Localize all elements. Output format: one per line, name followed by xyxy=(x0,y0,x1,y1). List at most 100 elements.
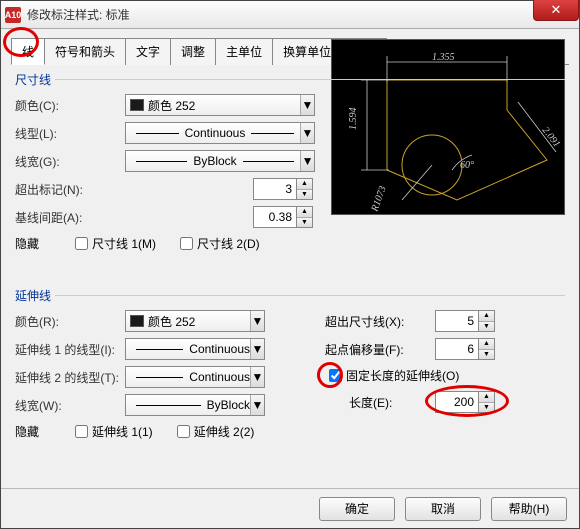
check-dimline-hide2-text: 尺寸线 2(D) xyxy=(197,235,260,252)
label-extline-lt1: 延伸线 1 的线型(I): xyxy=(15,341,125,358)
label-extline-lw: 线宽(W): xyxy=(15,397,125,414)
preview-dim-h: 1.355 xyxy=(432,52,455,63)
spin-up-icon[interactable]: ▲ xyxy=(297,179,312,190)
spin-baseline-spacing[interactable]: ▲▼ xyxy=(253,206,313,228)
label-dimline-linetype: 线型(L): xyxy=(15,125,125,142)
spin-beyond-dimline[interactable]: ▲▼ xyxy=(435,310,495,332)
checkbox-dimline-hide1[interactable] xyxy=(75,237,88,250)
tab-symbols[interactable]: 符号和箭头 xyxy=(44,38,126,65)
combo-dimline-linetype-text: Continuous xyxy=(185,126,246,140)
ok-button[interactable]: 确定 xyxy=(319,497,395,521)
input-beyond-dimline[interactable] xyxy=(435,310,479,332)
line-sample-icon xyxy=(243,161,294,162)
dialog-window: A10 修改标注样式: 标准 ✕ 线 符号和箭头 文字 调整 主单位 换算单位 … xyxy=(0,0,580,529)
color-swatch-icon xyxy=(130,315,144,327)
spin-up-icon[interactable]: ▲ xyxy=(479,311,494,322)
chevron-down-icon: ▼ xyxy=(300,123,314,143)
combo-dimline-lineweight[interactable]: ByBlock ▼ xyxy=(125,150,315,172)
check-dimline-hide1-text: 尺寸线 1(M) xyxy=(92,235,156,252)
line-sample-icon xyxy=(251,133,294,134)
spin-down-icon[interactable]: ▼ xyxy=(479,403,494,413)
combo-extline-lw-text: ByBlock xyxy=(207,398,250,412)
chevron-down-icon: ▼ xyxy=(250,339,264,359)
label-beyond-dimline: 超出尺寸线(X): xyxy=(325,313,435,330)
content-area: 尺寸线 颜色(C): 颜色 252 ▼ 线型(L): Continuous ▼ xyxy=(1,65,579,497)
legend-dimline: 尺寸线 xyxy=(15,71,55,88)
checkbox-extline-hide2[interactable] xyxy=(177,425,190,438)
checkbox-fixed-length[interactable] xyxy=(329,369,342,382)
check-extline-hide2[interactable]: 延伸线 2(2) xyxy=(173,422,255,441)
spin-up-icon[interactable]: ▲ xyxy=(479,392,494,403)
chevron-down-icon: ▼ xyxy=(300,95,314,115)
cancel-button[interactable]: 取消 xyxy=(405,497,481,521)
chevron-down-icon: ▼ xyxy=(250,395,264,415)
combo-extline-color-text: 颜色 252 xyxy=(148,313,250,330)
combo-extline-lw[interactable]: ByBlock ▼ xyxy=(125,394,265,416)
footer: 确定 取消 帮助(H) xyxy=(1,488,579,528)
label-extend-tick: 超出标记(N): xyxy=(15,181,125,198)
app-icon: A10 xyxy=(5,7,21,23)
label-dimline-lineweight: 线宽(G): xyxy=(15,153,125,170)
combo-dimline-color-text: 颜色 252 xyxy=(148,97,300,114)
input-offset-origin[interactable] xyxy=(435,338,479,360)
spin-extend-tick[interactable]: ▲▼ xyxy=(253,178,313,200)
label-extline-lt2: 延伸线 2 的线型(T): xyxy=(15,369,125,386)
input-baseline-spacing[interactable] xyxy=(253,206,297,228)
label-dimline-color: 颜色(C): xyxy=(15,97,125,114)
chevron-down-icon: ▼ xyxy=(250,367,264,387)
tab-fit[interactable]: 调整 xyxy=(170,38,216,65)
spin-fixed-length[interactable]: ▲▼ xyxy=(435,391,495,413)
line-sample-icon xyxy=(136,349,183,350)
spin-down-icon[interactable]: ▼ xyxy=(297,218,312,228)
label-extline-color: 颜色(R): xyxy=(15,313,125,330)
line-sample-icon xyxy=(136,405,201,406)
checkbox-dimline-hide2[interactable] xyxy=(180,237,193,250)
group-dimension-line: 尺寸线 颜色(C): 颜色 252 ▼ 线型(L): Continuous ▼ xyxy=(15,79,565,253)
check-fixed-length[interactable]: 固定长度的延伸线(O) xyxy=(325,366,459,385)
tab-line[interactable]: 线 xyxy=(11,38,45,65)
spin-down-icon[interactable]: ▼ xyxy=(479,350,494,360)
chevron-down-icon: ▼ xyxy=(300,151,314,171)
check-extline-hide2-text: 延伸线 2(2) xyxy=(194,423,255,440)
spin-down-icon[interactable]: ▼ xyxy=(479,322,494,332)
color-swatch-icon xyxy=(130,99,144,111)
line-sample-icon xyxy=(136,161,187,162)
chevron-down-icon: ▼ xyxy=(250,311,264,331)
tab-primary-units[interactable]: 主单位 xyxy=(215,38,273,65)
combo-extline-lt1[interactable]: Continuous ▼ xyxy=(125,338,265,360)
spin-up-icon[interactable]: ▲ xyxy=(479,339,494,350)
combo-extline-lt1-text: Continuous xyxy=(189,342,250,356)
line-sample-icon xyxy=(136,133,179,134)
combo-dimline-linetype[interactable]: Continuous ▼ xyxy=(125,122,315,144)
close-icon: ✕ xyxy=(551,2,562,18)
combo-extline-lt2-text: Continuous xyxy=(189,370,250,384)
input-extend-tick[interactable] xyxy=(253,178,297,200)
help-button[interactable]: 帮助(H) xyxy=(491,497,567,521)
line-sample-icon xyxy=(136,377,183,378)
group-extension-line: 延伸线 颜色(R): 颜色 252 ▼ 延伸线 1 的线型(I): xyxy=(15,295,565,447)
window-title: 修改标注样式: 标准 xyxy=(27,6,130,23)
check-fixed-length-text: 固定长度的延伸线(O) xyxy=(346,367,459,384)
check-dimline-hide2[interactable]: 尺寸线 2(D) xyxy=(176,234,260,253)
close-button[interactable]: ✕ xyxy=(533,0,579,21)
spin-up-icon[interactable]: ▲ xyxy=(297,207,312,218)
tab-text[interactable]: 文字 xyxy=(125,38,171,65)
combo-extline-color[interactable]: 颜色 252 ▼ xyxy=(125,310,265,332)
combo-dimline-lineweight-text: ByBlock xyxy=(193,154,236,168)
spin-down-icon[interactable]: ▼ xyxy=(297,190,312,200)
label-fixed-length: 长度(E): xyxy=(349,394,435,411)
label-extline-hide: 隐藏 xyxy=(15,423,71,440)
check-dimline-hide1[interactable]: 尺寸线 1(M) xyxy=(71,234,156,253)
combo-extline-lt2[interactable]: Continuous ▼ xyxy=(125,366,265,388)
checkbox-extline-hide1[interactable] xyxy=(75,425,88,438)
label-baseline-spacing: 基线间距(A): xyxy=(15,209,125,226)
check-extline-hide1[interactable]: 延伸线 1(1) xyxy=(71,422,153,441)
input-fixed-length[interactable] xyxy=(435,391,479,413)
label-offset-origin: 起点偏移量(F): xyxy=(325,341,435,358)
legend-extline: 延伸线 xyxy=(15,287,55,304)
check-extline-hide1-text: 延伸线 1(1) xyxy=(92,423,153,440)
spin-offset-origin[interactable]: ▲▼ xyxy=(435,338,495,360)
combo-dimline-color[interactable]: 颜色 252 ▼ xyxy=(125,94,315,116)
titlebar: A10 修改标注样式: 标准 ✕ xyxy=(1,1,579,29)
label-dimline-hide: 隐藏 xyxy=(15,235,71,252)
